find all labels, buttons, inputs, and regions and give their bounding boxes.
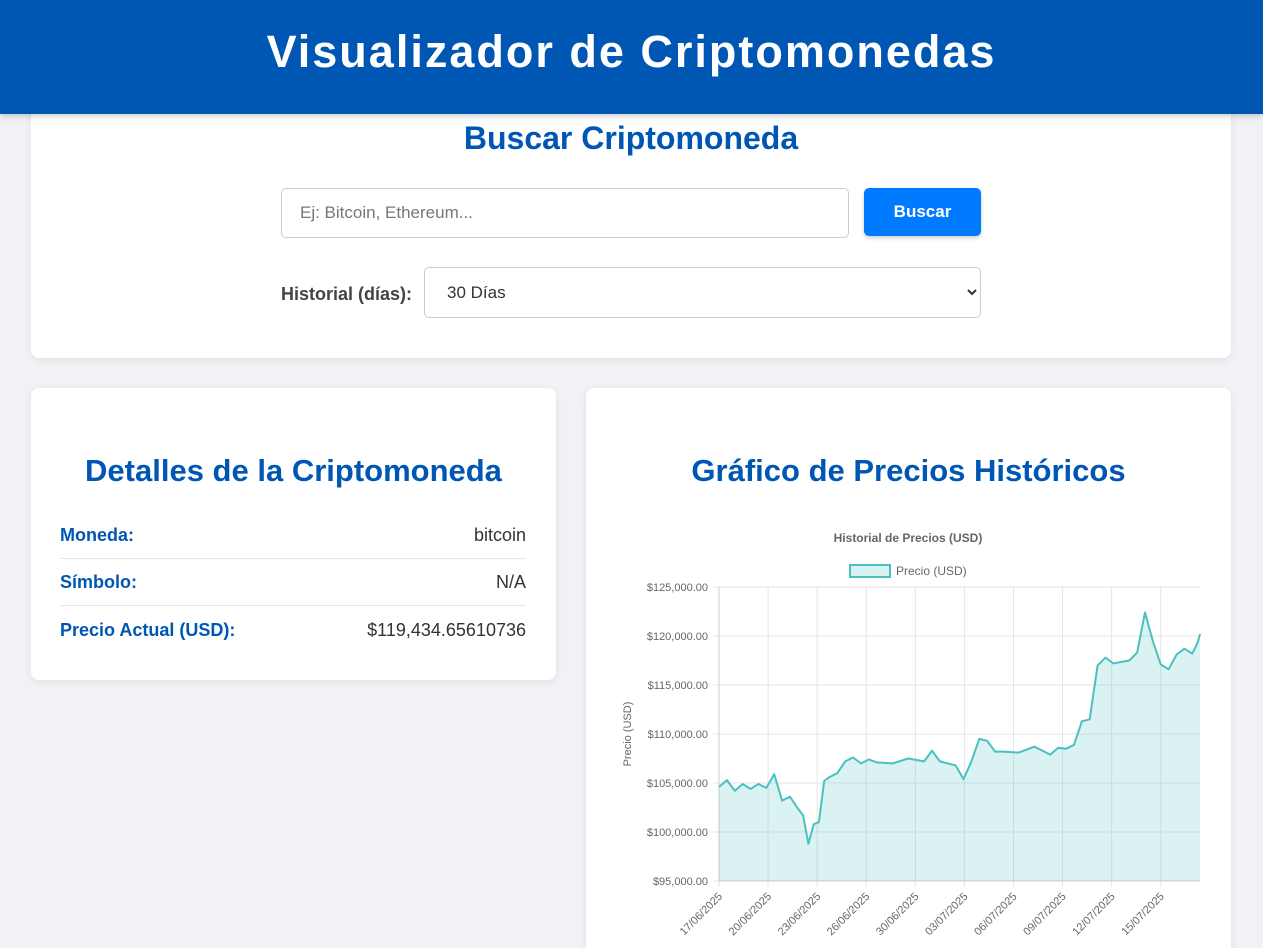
y-tick-label: $120,000.00 bbox=[647, 631, 708, 643]
y-tick-label: $110,000.00 bbox=[648, 729, 708, 741]
y-tick-label: $125,000.00 bbox=[647, 582, 708, 594]
history-label: Historial (días): bbox=[281, 284, 413, 304]
legend-label: Precio (USD) bbox=[896, 564, 967, 578]
details-heading: Detalles de la Criptomoneda bbox=[85, 453, 502, 488]
detail-row-price: Precio Actual (USD): $119,434.65610736 bbox=[60, 607, 526, 654]
x-tick-label: 26/06/2025 bbox=[825, 891, 872, 938]
detail-value: $119,434.65610736 bbox=[367, 620, 526, 640]
detail-key: Precio Actual (USD): bbox=[60, 620, 236, 640]
detail-value: bitcoin bbox=[473, 524, 526, 545]
x-tick-label: 03/07/2025 bbox=[923, 891, 970, 938]
chart-title: Historial de Precios (USD) bbox=[834, 531, 983, 545]
x-tick-label: 20/06/2025 bbox=[727, 891, 774, 938]
detail-key: Moneda: bbox=[60, 524, 134, 545]
x-tick-label: 09/07/2025 bbox=[1021, 891, 1068, 938]
search-button[interactable]: Buscar bbox=[864, 188, 981, 236]
y-axis-label: Precio (USD) bbox=[622, 702, 634, 767]
chart-card: Gráfico de Precios Históricos Historial … bbox=[586, 388, 1231, 948]
app-title: Visualizador de Criptomonedas bbox=[266, 26, 997, 77]
y-tick-label: $105,000.00 bbox=[647, 778, 708, 790]
x-tick-label: 06/07/2025 bbox=[972, 891, 1019, 938]
history-days-select[interactable]: 30 Días bbox=[424, 267, 981, 318]
search-heading: Buscar Criptomoneda bbox=[463, 120, 799, 156]
y-tick-label: $100,000.00 bbox=[647, 827, 708, 839]
detail-row-coin: Moneda: bitcoin bbox=[60, 512, 526, 559]
x-tick-label: 30/06/2025 bbox=[874, 891, 921, 938]
detail-key: Símbolo: bbox=[60, 571, 137, 592]
y-tick-label: $115,000.00 bbox=[648, 680, 708, 692]
app-header: Visualizador de Criptomonedas bbox=[0, 0, 1263, 114]
x-tick-label: 15/07/2025 bbox=[1119, 891, 1166, 938]
search-input[interactable] bbox=[281, 188, 849, 238]
price-history-chart: Historial de Precios (USD) Precio (USD) $9… bbox=[622, 531, 1201, 938]
legend-swatch bbox=[849, 564, 891, 578]
detail-row-symbol: Símbolo: N/A bbox=[60, 559, 526, 606]
detail-value: N/A bbox=[495, 571, 526, 592]
x-tick-label: 17/06/2025 bbox=[678, 891, 725, 938]
details-card: Detalles de la Criptomoneda Moneda: bitc… bbox=[31, 388, 556, 680]
y-tick-label: $95,000.00 bbox=[653, 876, 708, 888]
price-area-fill bbox=[719, 612, 1200, 881]
x-tick-label: 23/06/2025 bbox=[776, 891, 823, 938]
x-tick-label: 12/07/2025 bbox=[1070, 891, 1117, 938]
